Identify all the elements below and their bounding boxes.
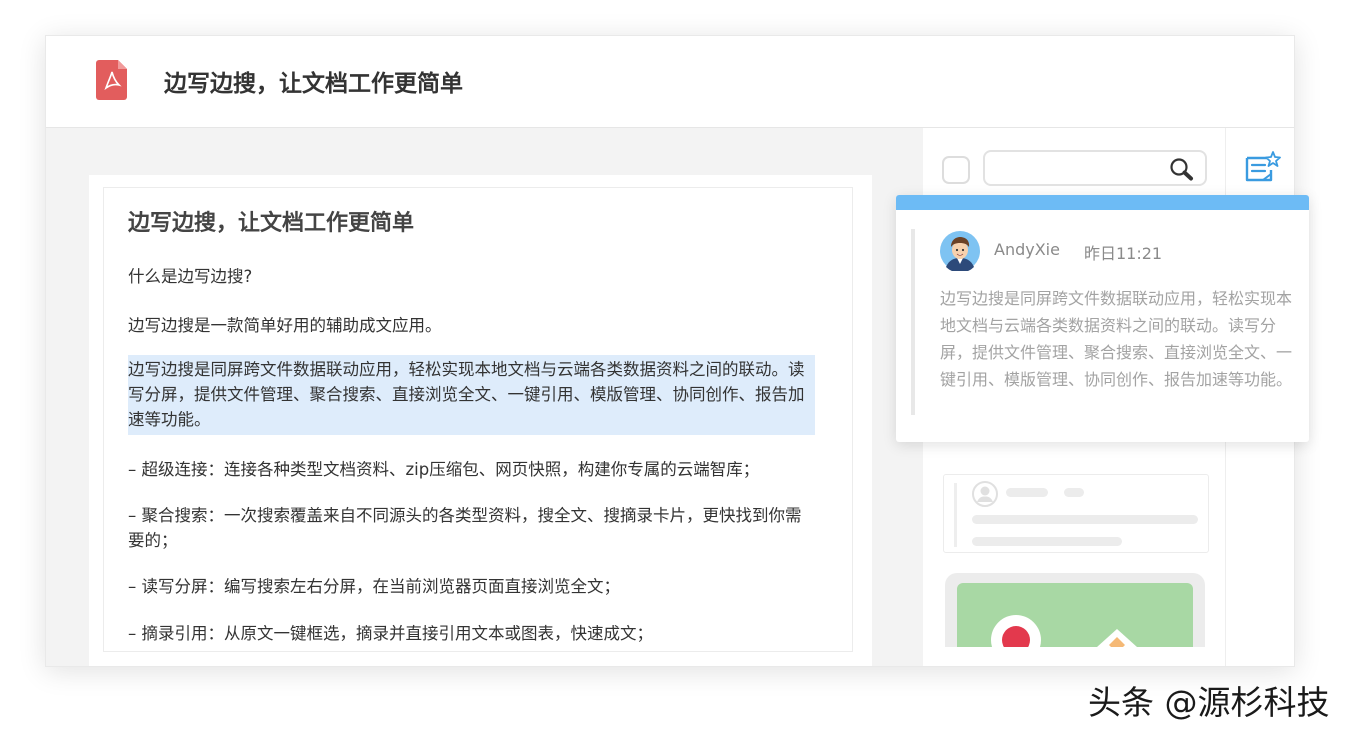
placeholder-line [972, 537, 1122, 546]
document-paragraph: – 超级连接：连接各种类型文档资料、zip压缩包、网页快照，构建你专属的云端智库… [128, 460, 760, 479]
comment-username: AndyXie [994, 240, 1060, 259]
map-thumbnail [957, 583, 1193, 647]
user-placeholder-icon [972, 481, 998, 507]
document-paragraph: – 摘录引用：从原文一键框选，摘录并直接引用文本或图表，快速成文； [128, 624, 653, 643]
map-preview-card[interactable] [945, 573, 1205, 647]
document-title: 边写边搜，让文档工作更简单 [128, 211, 415, 236]
comment-text: 边写边搜是同屏跨文件数据联动应用，轻松实现本地文档与云端各类数据资料之间的联动。… [940, 289, 1293, 389]
pdf-file-icon [96, 60, 127, 100]
header: 边写边搜，让文档工作更简单 [46, 36, 1294, 128]
search-icon[interactable] [1169, 157, 1195, 181]
comment-card-accent-bar [896, 195, 1309, 210]
document-paragraph: 什么是边写边搜? [128, 267, 253, 286]
location-marker-icon [1097, 629, 1137, 647]
comment-timestamp: 昨日11:21 [1084, 244, 1163, 263]
document-paragraph: – 聚合搜索：一次搜索覆盖来自不同源头的各类型资料，搜全文、搜摘录卡片，更快找到… [128, 506, 802, 550]
select-all-checkbox[interactable] [942, 156, 970, 184]
watermark: 头条 @源杉科技 [1088, 683, 1330, 722]
user-avatar [940, 231, 980, 271]
document-paragraph: – 读写分屏：编写搜索左右分屏，在当前浏览器页面直接浏览全文； [128, 577, 620, 596]
placeholder-line [1006, 488, 1048, 497]
placeholder-line [972, 515, 1198, 524]
quote-line [954, 483, 957, 547]
search-box[interactable] [983, 150, 1207, 186]
comment-card[interactable]: AndyXie 昨日11:21 边写边搜是同屏跨文件数据联动应用，轻松实现本地文… [896, 195, 1309, 442]
note-star-icon[interactable] [1243, 150, 1281, 186]
document-area: 边写边搜，让文档工作更简单 什么是边写边搜? 边写边搜是一款简单好用的辅助成文应… [89, 175, 872, 666]
record-icon [991, 615, 1041, 647]
placeholder-line [1064, 488, 1084, 497]
document-paragraph: 边写边搜是一款简单好用的辅助成文应用。 [128, 316, 442, 335]
page-title: 边写边搜，让文档工作更简单 [164, 71, 463, 97]
search-input[interactable] [993, 156, 1167, 182]
highlighted-paragraph[interactable]: 边写边搜是同屏跨文件数据联动应用，轻松实现本地文档与云端各类数据资料之间的联动。… [128, 355, 815, 435]
quote-line [911, 229, 915, 415]
placeholder-comment-card[interactable] [943, 474, 1209, 553]
document-page[interactable]: 边写边搜，让文档工作更简单 什么是边写边搜? 边写边搜是一款简单好用的辅助成文应… [103, 187, 853, 652]
